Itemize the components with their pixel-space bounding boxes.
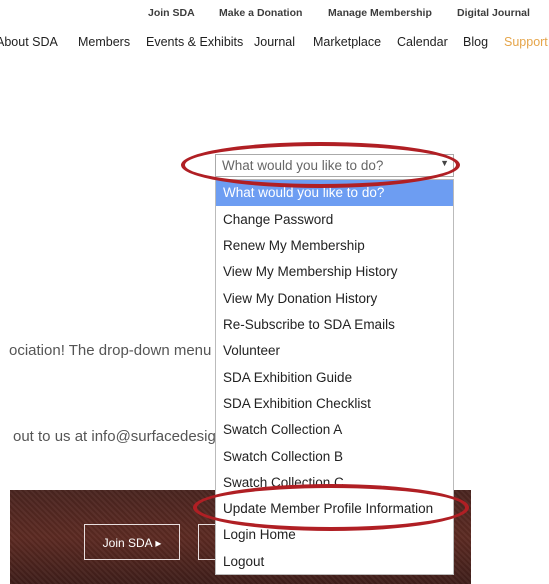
banner-join-button[interactable]: Join SDA ▸ xyxy=(84,524,180,560)
option-swatch-a[interactable]: Swatch Collection A xyxy=(216,417,453,443)
utility-link-donation[interactable]: Make a Donation xyxy=(219,7,302,19)
nav-journal[interactable]: Journal xyxy=(254,35,295,49)
option-volunteer[interactable]: Volunteer xyxy=(216,338,453,364)
nav-calendar[interactable]: Calendar xyxy=(397,35,448,49)
action-select-value: What would you like to do? xyxy=(222,158,384,173)
action-dropdown-list: What would you like to do? Change Passwo… xyxy=(215,179,454,575)
utility-link-join[interactable]: Join SDA xyxy=(148,7,195,19)
option-donation-history[interactable]: View My Donation History xyxy=(216,286,453,312)
nav-marketplace[interactable]: Marketplace xyxy=(313,35,381,49)
nav-blog[interactable]: Blog xyxy=(463,35,488,49)
option-swatch-c[interactable]: Swatch Collection C xyxy=(216,470,453,496)
option-exhibition-checklist[interactable]: SDA Exhibition Checklist xyxy=(216,391,453,417)
nav-members[interactable]: Members xyxy=(78,35,130,49)
option-login-home[interactable]: Login Home xyxy=(216,522,453,548)
option-placeholder[interactable]: What would you like to do? xyxy=(216,180,453,206)
utility-link-manage-membership[interactable]: Manage Membership xyxy=(328,7,432,19)
body-text-line-1: ociation! The drop-down menu xyxy=(9,342,212,359)
utility-link-digital-journal[interactable]: Digital Journal xyxy=(457,7,530,19)
option-swatch-b[interactable]: Swatch Collection B xyxy=(216,444,453,470)
option-update-profile[interactable]: Update Member Profile Information xyxy=(216,496,453,522)
option-resubscribe-emails[interactable]: Re-Subscribe to SDA Emails xyxy=(216,312,453,338)
option-logout[interactable]: Logout xyxy=(216,549,453,575)
action-select[interactable]: What would you like to do? ▼ xyxy=(215,154,454,177)
option-change-password[interactable]: Change Password xyxy=(216,207,453,233)
utility-nav: Join SDA Make a Donation Manage Membersh… xyxy=(0,0,549,26)
nav-events-exhibits[interactable]: Events & Exhibits xyxy=(146,35,243,49)
option-renew-membership[interactable]: Renew My Membership xyxy=(216,233,453,259)
main-nav: About SDA Members Events & Exhibits Jour… xyxy=(0,30,549,54)
option-membership-history[interactable]: View My Membership History xyxy=(216,259,453,285)
nav-support[interactable]: Support xyxy=(504,35,548,49)
chevron-down-icon: ▼ xyxy=(440,158,449,168)
option-exhibition-guide[interactable]: SDA Exhibition Guide xyxy=(216,365,453,391)
nav-about[interactable]: About SDA xyxy=(0,35,58,49)
